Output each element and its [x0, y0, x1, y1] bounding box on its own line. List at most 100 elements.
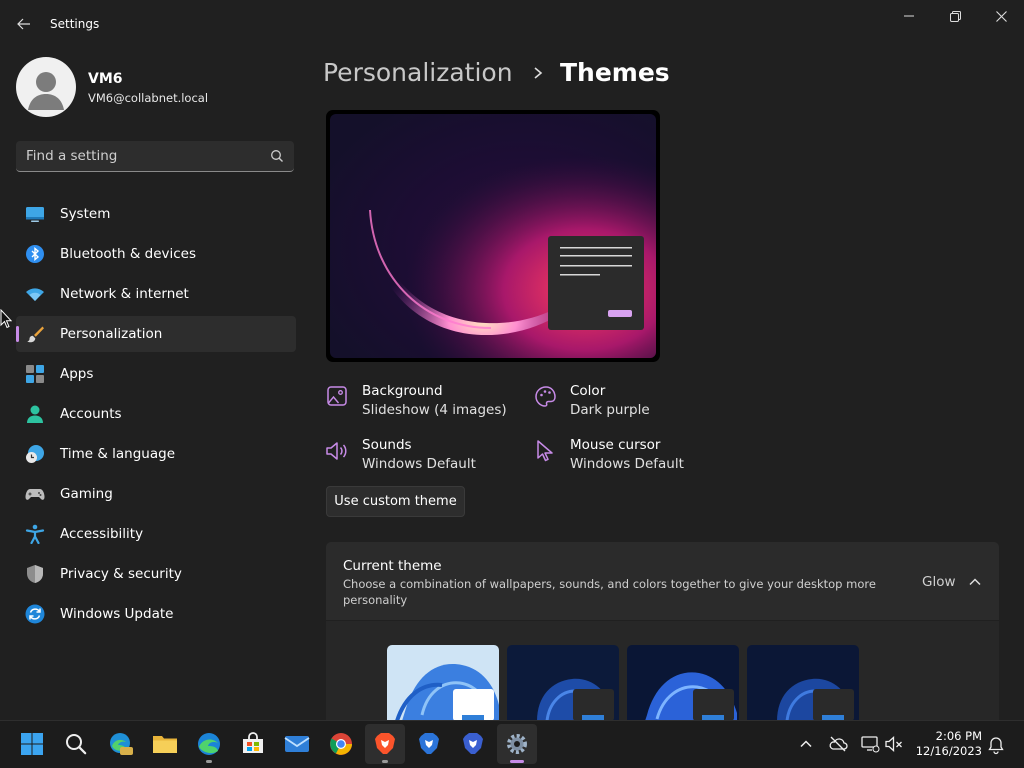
user-email: VM6@collabnet.local — [88, 91, 209, 105]
clock-time: 2:06 PM — [935, 729, 982, 743]
flow-dark-wallpaper — [747, 645, 859, 721]
background-value: Slideshow (4 images) — [362, 402, 507, 418]
edge-beta-button[interactable] — [101, 724, 141, 764]
edge-icon — [198, 733, 220, 755]
sounds-label: Sounds — [362, 437, 412, 453]
search-icon — [66, 734, 87, 755]
theme-thumbnail-dark-navy[interactable] — [747, 645, 859, 721]
theme-preview — [326, 110, 660, 362]
mail-button[interactable] — [277, 724, 317, 764]
nav-item-gaming[interactable]: Gaming — [16, 476, 296, 512]
volume-muted-icon[interactable] — [884, 734, 904, 754]
sounds-value: Windows Default — [362, 456, 476, 472]
edge-beta-icon — [110, 733, 133, 755]
chrome-icon — [330, 733, 352, 755]
nav-item-apps[interactable]: Apps — [16, 356, 296, 392]
sounds-setting[interactable]: Sounds Windows Default — [362, 437, 476, 472]
use-custom-theme-button[interactable]: Use custom theme — [326, 486, 465, 517]
nav-item-label: Apps — [60, 366, 94, 382]
bluetooth-icon — [26, 245, 44, 263]
palette-icon — [535, 386, 556, 407]
start-button[interactable] — [12, 724, 52, 764]
theme-thumbnail-dark[interactable] — [507, 645, 619, 721]
theme-thumbnail-light[interactable] — [387, 645, 499, 721]
nav-item-label: Windows Update — [60, 606, 174, 622]
nav-item-label: Accounts — [60, 406, 122, 422]
edge-button[interactable] — [189, 724, 229, 764]
mail-icon — [284, 736, 310, 752]
store-icon — [243, 732, 263, 753]
back-arrow-icon — [17, 18, 30, 30]
restore-button[interactable] — [932, 0, 978, 32]
chevron-right-icon — [534, 67, 543, 79]
system-icon — [26, 207, 44, 222]
nav-item-label: Gaming — [60, 486, 113, 502]
nav-item-label: Bluetooth & devices — [60, 246, 197, 262]
close-button[interactable] — [978, 0, 1024, 32]
onedrive-offline-icon[interactable] — [828, 734, 848, 754]
store-button[interactable] — [233, 724, 273, 764]
background-setting[interactable]: Background Slideshow (4 images) — [362, 383, 507, 418]
minimize-button[interactable] — [886, 0, 932, 32]
avatar[interactable] — [16, 57, 76, 117]
brush-icon — [27, 326, 44, 343]
selected-indicator — [16, 326, 19, 342]
color-setting[interactable]: Color Dark purple — [570, 383, 650, 418]
taskbar-search-button[interactable] — [56, 724, 96, 764]
nav-item-label: Network & internet — [60, 286, 189, 302]
chevron-up-icon[interactable] — [796, 734, 816, 754]
restore-icon — [949, 10, 961, 22]
search-box[interactable] — [16, 141, 294, 172]
page-title: Themes — [560, 58, 670, 87]
theme-thumbnail-dark-blue[interactable] — [627, 645, 739, 721]
bloom-light-wallpaper — [387, 645, 499, 721]
accounts-icon — [27, 405, 43, 423]
start-icon — [21, 733, 43, 755]
brave-beta-icon — [419, 733, 439, 754]
nav-item-label: Privacy & security — [60, 566, 182, 582]
speaker-icon — [326, 442, 347, 460]
color-label: Color — [570, 383, 606, 399]
brave-nightly-button[interactable] — [453, 724, 493, 764]
nav-item-time-language[interactable]: Time & language — [16, 436, 296, 472]
minimize-icon — [904, 15, 914, 17]
nav-item-network[interactable]: Network & internet — [16, 276, 296, 312]
nav-item-privacy[interactable]: Privacy & security — [16, 556, 296, 592]
nav-item-bluetooth[interactable]: Bluetooth & devices — [16, 236, 296, 272]
nav-item-system[interactable]: System — [16, 196, 296, 232]
accessibility-icon — [25, 524, 45, 544]
mouse-pointer-icon — [0, 309, 12, 329]
current-theme-description: Choose a combination of wallpapers, soun… — [343, 577, 876, 607]
wallpaper-preview — [330, 114, 656, 358]
mouse-cursor-setting[interactable]: Mouse cursor Windows Default — [570, 437, 684, 472]
nav-item-accessibility[interactable]: Accessibility — [16, 516, 296, 552]
file-explorer-button[interactable] — [145, 724, 185, 764]
nav-item-personalization[interactable]: Personalization — [16, 316, 296, 352]
nav-item-label: System — [60, 206, 111, 222]
search-input[interactable] — [26, 147, 256, 165]
shield-icon — [27, 565, 43, 583]
nav-item-windows-update[interactable]: Windows Update — [16, 596, 296, 632]
clock-globe-icon — [26, 445, 44, 463]
gamepad-icon — [25, 489, 45, 500]
file-explorer-icon — [153, 736, 177, 753]
search-icon[interactable] — [270, 149, 284, 163]
user-name: VM6 — [88, 71, 123, 87]
mouse-cursor-label: Mouse cursor — [570, 437, 661, 453]
update-icon — [25, 604, 45, 624]
settings-button[interactable] — [497, 724, 537, 764]
color-value: Dark purple — [570, 402, 650, 418]
chrome-button[interactable] — [321, 724, 361, 764]
breadcrumb-parent[interactable]: Personalization — [323, 58, 513, 87]
taskbar-clock[interactable]: 2:06 PM 12/16/2023 — [914, 729, 982, 759]
notification-bell-icon[interactable] — [986, 735, 1006, 755]
nav-item-accounts[interactable]: Accounts — [16, 396, 296, 432]
current-theme-title: Current theme — [343, 558, 442, 574]
network-icon[interactable] — [860, 734, 880, 754]
back-button[interactable] — [10, 12, 38, 36]
brave-button[interactable] — [365, 724, 405, 764]
background-label: Background — [362, 383, 443, 399]
nav-item-label: Time & language — [60, 446, 176, 462]
chevron-up-icon[interactable] — [966, 573, 984, 591]
brave-beta-button[interactable] — [409, 724, 449, 764]
